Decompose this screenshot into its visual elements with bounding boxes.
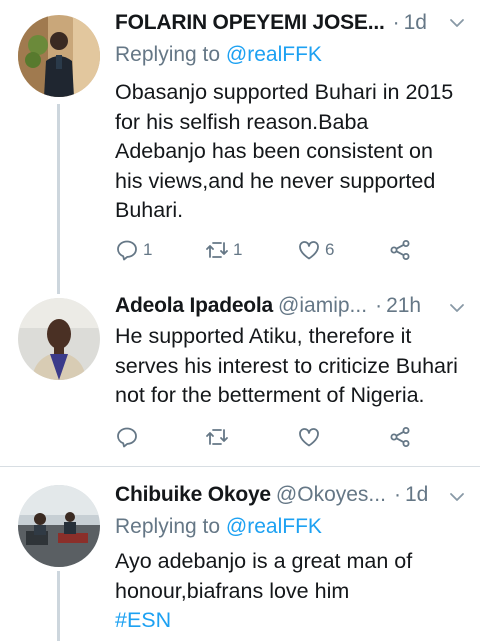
share-button[interactable]	[388, 236, 412, 264]
separator: ·	[393, 483, 401, 506]
tweet-text-line: serves his interest to criticize Buhari	[115, 353, 458, 378]
user-handle[interactable]: @Okoyes...	[276, 483, 386, 507]
reply-button[interactable]: 1	[115, 236, 152, 264]
display-name[interactable]: Adeola Ipadeola	[115, 294, 273, 318]
replying-to-link[interactable]: @realFFK	[226, 43, 322, 66]
tweet-header: Chibuike Okoye @Okoyes... · 1d	[115, 480, 470, 510]
tweet-header: Adeola Ipadeola @iamip... · 21h	[115, 291, 470, 321]
avatar[interactable]	[18, 298, 100, 380]
tweet-text-line: honour,biafrans love him	[115, 578, 350, 603]
reply-button[interactable]	[115, 423, 143, 451]
avatar[interactable]	[18, 15, 100, 97]
tweet-3[interactable]: Chibuike Okoye @Okoyes... · 1d Replying …	[0, 467, 480, 641]
replying-to: Replying to @realFFK	[115, 515, 322, 539]
retweet-count: 1	[233, 240, 243, 259]
tweet-text-line: his views,and he never supported	[115, 168, 436, 193]
timestamp[interactable]: 1d	[404, 11, 427, 35]
like-button[interactable]: 6	[297, 236, 334, 264]
chevron-down-icon[interactable]	[448, 299, 466, 317]
separator: ·	[392, 11, 400, 34]
replying-to-prefix: Replying to	[115, 43, 226, 66]
replying-to-link[interactable]: @realFFK	[226, 515, 322, 538]
display-name[interactable]: FOLARIN OPEYEMI JOSE...	[115, 11, 385, 35]
reply-icon	[117, 427, 137, 448]
tweet-text-line: Ayo adebanjo is a great man of	[115, 549, 413, 573]
share-button[interactable]	[388, 423, 412, 451]
tweet-text-line: Buhari.	[115, 198, 184, 222]
replying-to-prefix: Replying to	[115, 515, 226, 538]
thread-line	[57, 104, 60, 294]
chevron-down-icon[interactable]	[448, 488, 466, 506]
tweet-header: FOLARIN OPEYEMI JOSE... · 1d	[115, 8, 470, 38]
tweet-text-line: for his selfish reason.Baba	[115, 109, 369, 134]
reply-count: 1	[143, 240, 153, 259]
like-button[interactable]	[297, 423, 325, 451]
retweet-button[interactable]	[205, 423, 233, 451]
tweet-text: He supported Atiku, therefore it serves …	[115, 322, 470, 411]
hashtag-link[interactable]: #ESN	[115, 606, 470, 636]
replying-to: Replying to @realFFK	[115, 43, 322, 67]
tweet-text-line: Adebanjo has been consistent on	[115, 139, 433, 163]
timestamp[interactable]: 21h	[386, 294, 421, 318]
share-icon	[390, 240, 410, 260]
timestamp[interactable]: 1d	[405, 483, 428, 507]
chevron-down-icon[interactable]	[448, 14, 466, 32]
reply-icon	[117, 240, 137, 261]
user-handle[interactable]: @iamip...	[278, 294, 367, 318]
tweet-text-line: He supported Atiku, therefore it	[115, 324, 412, 348]
avatar[interactable]	[18, 485, 100, 567]
thread-line	[57, 571, 60, 641]
separator: ·	[375, 294, 383, 317]
tweet-1[interactable]: FOLARIN OPEYEMI JOSE... · 1d Replying to…	[0, 0, 480, 294]
like-count: 6	[325, 240, 335, 259]
tweet-text: Ayo adebanjo is a great man of honour,bi…	[115, 547, 470, 636]
share-icon	[390, 427, 410, 447]
tweet-actions: 1 1 6	[115, 236, 415, 264]
like-icon	[299, 241, 319, 260]
retweet-button[interactable]: 1	[205, 236, 242, 264]
tweet-text: Obasanjo supported Buhari in 2015 for hi…	[115, 78, 470, 226]
tweet-2[interactable]: Adeola Ipadeola @iamip... · 21h He suppo…	[0, 290, 480, 465]
retweet-icon	[206, 429, 228, 445]
tweet-actions	[115, 423, 415, 451]
display-name[interactable]: Chibuike Okoye	[115, 483, 271, 507]
tweet-text-line: not for the betterment of Nigeria.	[115, 383, 425, 407]
retweet-icon	[206, 242, 228, 258]
tweet-text-line: Obasanjo supported Buhari in 2015	[115, 80, 454, 104]
like-icon	[299, 428, 319, 447]
